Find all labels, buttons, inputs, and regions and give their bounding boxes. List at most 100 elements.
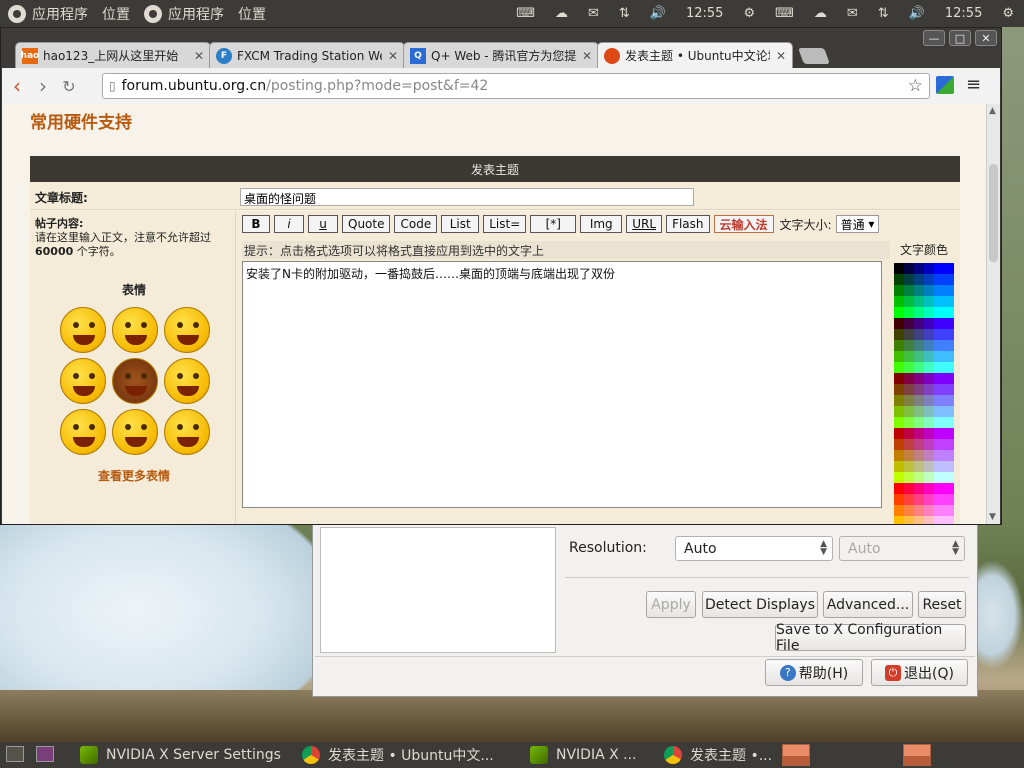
reload-icon[interactable]: ↻ xyxy=(58,77,80,96)
color-swatch[interactable] xyxy=(904,362,914,373)
save-config-button[interactable]: Save to X Configuration File xyxy=(775,622,966,654)
detect-displays-button[interactable]: Detect Displays xyxy=(702,591,818,618)
color-swatch[interactable] xyxy=(894,373,904,384)
color-swatch[interactable] xyxy=(904,417,914,428)
cloud-ime-button[interactable]: 云输入法 xyxy=(713,215,774,233)
color-swatch[interactable] xyxy=(894,340,904,351)
color-swatch[interactable] xyxy=(894,505,904,516)
mail-icon[interactable]: ✉ xyxy=(588,6,599,21)
color-swatch[interactable] xyxy=(914,384,924,395)
list-item-button[interactable]: [*] xyxy=(530,215,577,233)
grin-icon[interactable] xyxy=(164,358,210,404)
color-swatch[interactable] xyxy=(944,296,954,307)
forward-icon[interactable]: › xyxy=(32,74,54,98)
color-swatch[interactable] xyxy=(914,285,924,296)
color-swatch[interactable] xyxy=(944,373,954,384)
gear-icon[interactable]: ⚙ xyxy=(743,6,755,21)
font-size-select[interactable]: 普通 ▾ xyxy=(835,215,880,233)
color-swatch[interactable] xyxy=(914,417,924,428)
color-swatch[interactable] xyxy=(924,362,934,373)
color-swatch[interactable] xyxy=(924,406,934,417)
menu-places[interactable]: 位置 xyxy=(102,4,130,24)
gear-icon-2[interactable]: ⚙ xyxy=(1002,6,1014,21)
address-bar[interactable]: ▯ forum.ubuntu.org.cn /posting.php?mode=… xyxy=(102,73,930,99)
workspace-switcher-icon[interactable] xyxy=(36,746,54,762)
ubuntu-logo-icon[interactable] xyxy=(8,4,26,23)
color-swatch[interactable] xyxy=(944,450,954,461)
color-swatch[interactable] xyxy=(894,296,904,307)
color-swatch[interactable] xyxy=(904,395,914,406)
code-button[interactable]: Code xyxy=(394,215,438,233)
color-swatch[interactable] xyxy=(904,406,914,417)
color-swatch[interactable] xyxy=(944,505,954,516)
color-swatch[interactable] xyxy=(904,318,914,329)
color-swatch[interactable] xyxy=(904,494,914,505)
color-swatch[interactable] xyxy=(914,406,924,417)
volume-icon-2[interactable]: 🔊 xyxy=(909,6,925,21)
menu-applications[interactable]: 应用程序 xyxy=(32,4,88,24)
color-swatch[interactable] xyxy=(934,516,944,524)
teeth-icon[interactable] xyxy=(60,409,106,455)
color-swatch[interactable] xyxy=(894,351,904,362)
color-swatch[interactable] xyxy=(904,384,914,395)
color-swatch[interactable] xyxy=(934,494,944,505)
img-button[interactable]: Img xyxy=(580,215,623,233)
color-swatch[interactable] xyxy=(914,362,924,373)
color-swatch[interactable] xyxy=(924,472,934,483)
color-swatch[interactable] xyxy=(934,351,944,362)
color-swatch[interactable] xyxy=(914,494,924,505)
advanced-button[interactable]: Advanced... xyxy=(823,591,913,618)
color-swatch[interactable] xyxy=(934,428,944,439)
color-swatch[interactable] xyxy=(914,450,924,461)
color-swatch[interactable] xyxy=(894,274,904,285)
laugh-icon[interactable] xyxy=(60,358,106,404)
color-swatch[interactable] xyxy=(924,329,934,340)
color-swatch[interactable] xyxy=(914,395,924,406)
color-swatch[interactable] xyxy=(904,472,914,483)
scrollbar-thumb[interactable] xyxy=(989,164,998,262)
color-swatch[interactable] xyxy=(914,274,924,285)
color-swatch[interactable] xyxy=(944,285,954,296)
list-button[interactable]: List xyxy=(441,215,480,233)
color-palette[interactable] xyxy=(894,263,954,524)
color-swatch[interactable] xyxy=(914,461,924,472)
quit-button[interactable]: ⏻ 退出(Q) xyxy=(871,659,968,686)
tab-ubuntu-post[interactable]: 发表主题 • Ubuntu中文论坛 ✕ xyxy=(597,42,793,68)
clock-2[interactable]: 12:55 xyxy=(945,6,982,21)
color-swatch[interactable] xyxy=(914,505,924,516)
color-swatch[interactable] xyxy=(924,296,934,307)
underline-button[interactable]: u xyxy=(308,215,338,233)
close-icon[interactable]: ✕ xyxy=(194,49,204,63)
color-swatch[interactable] xyxy=(944,439,954,450)
apply-button[interactable]: Apply xyxy=(646,591,696,618)
back-icon[interactable]: ‹ xyxy=(6,74,28,98)
color-swatch[interactable] xyxy=(924,351,934,362)
color-swatch[interactable] xyxy=(934,439,944,450)
close-icon[interactable]: ✕ xyxy=(776,49,786,63)
color-swatch[interactable] xyxy=(894,439,904,450)
color-swatch[interactable] xyxy=(914,263,924,274)
color-swatch[interactable] xyxy=(894,263,904,274)
color-swatch[interactable] xyxy=(924,450,934,461)
forum-title[interactable]: 常用硬件支持 xyxy=(30,108,132,133)
thumbs-up-icon[interactable] xyxy=(112,409,158,455)
color-swatch[interactable] xyxy=(914,351,924,362)
tab-fxcm[interactable]: F FXCM Trading Station Web ✕ xyxy=(209,42,405,68)
page-scrollbar[interactable]: ▲ ▼ xyxy=(986,104,1000,524)
color-swatch[interactable] xyxy=(894,384,904,395)
color-swatch[interactable] xyxy=(894,362,904,373)
color-swatch[interactable] xyxy=(924,340,934,351)
extension-icon[interactable] xyxy=(936,76,954,94)
cloud-icon[interactable]: ☁ xyxy=(555,6,568,21)
color-swatch[interactable] xyxy=(924,318,934,329)
scroll-up-icon[interactable]: ▲ xyxy=(989,106,996,116)
color-swatch[interactable] xyxy=(944,483,954,494)
color-swatch[interactable] xyxy=(944,494,954,505)
color-swatch[interactable] xyxy=(904,450,914,461)
color-swatch[interactable] xyxy=(894,329,904,340)
volume-icon[interactable]: 🔊 xyxy=(650,6,666,21)
url-button[interactable]: URL xyxy=(626,215,663,233)
smiley-icon[interactable] xyxy=(60,307,106,353)
color-swatch[interactable] xyxy=(934,285,944,296)
color-swatch[interactable] xyxy=(894,318,904,329)
